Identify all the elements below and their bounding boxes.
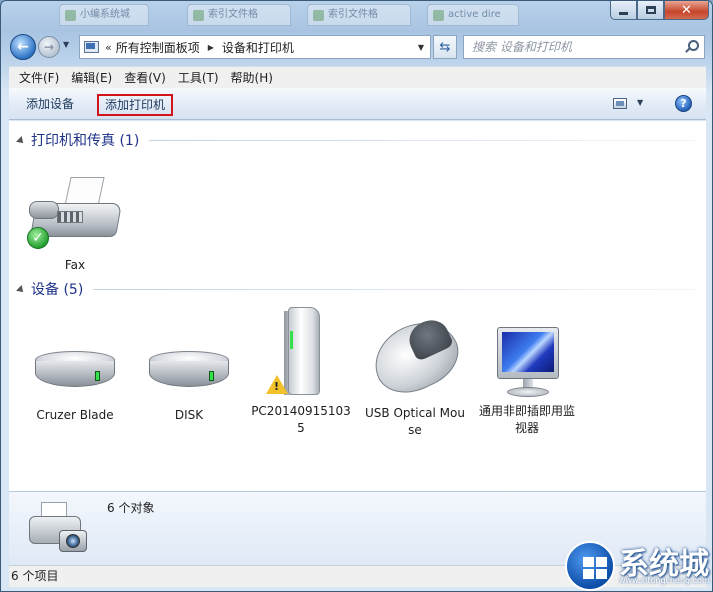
breadcrumb-separator-icon[interactable]: ▶ [208,43,214,52]
menu-help[interactable]: 帮助(H) [225,68,279,88]
tab-favicon-icon [193,10,204,21]
close-button[interactable]: ✕ [664,1,709,20]
status-item-count: 6 个项目 [11,569,59,583]
background-tab-4[interactable]: active dire [427,4,519,26]
collapse-arrow-icon[interactable] [16,136,26,146]
change-view-icon[interactable] [613,98,627,109]
back-arrow-icon: ← [17,39,29,55]
refresh-icon: ⇆ [439,39,451,55]
device-label: DISK [174,408,204,422]
back-button[interactable]: ← [10,34,36,60]
device-item-disk[interactable]: DISK [137,347,241,424]
device-label: USB Optical Mouse [365,406,465,437]
device-label: PC201409151035 [251,404,351,435]
control-panel-icon [83,40,99,54]
default-checkmark-icon: ✓ [27,227,49,249]
add-device-button[interactable]: 添加设备 [19,94,81,116]
menu-view[interactable]: 查看(V) [118,68,172,88]
device-label: Fax [64,258,86,272]
device-item-monitor[interactable]: 通用非即插即用监视器 [475,325,579,437]
explorer-window: 小编系统城 索引文件格 索引文件格 active dire ✕ ← → ▼ « … [0,0,713,592]
collapse-arrow-icon[interactable] [16,285,26,295]
maximize-icon [645,6,656,14]
device-label: Cruzer Blade [36,408,114,422]
title-bar: 小编系统城 索引文件格 索引文件格 active dire ✕ [1,1,712,29]
menu-bar: 文件(F) 编辑(E) 查看(V) 工具(T) 帮助(H) [9,66,706,88]
menu-tools[interactable]: 工具(T) [172,68,225,88]
group-divider [149,139,697,141]
drive-icon [31,347,119,395]
menu-file[interactable]: 文件(F) [13,68,65,88]
address-dropdown-icon[interactable]: ▼ [418,43,424,52]
close-icon: ✕ [681,2,692,18]
device-item-cruzer-blade[interactable]: Cruzer Blade [23,347,127,424]
recent-pages-dropdown[interactable]: ▼ [63,40,69,49]
group-divider [93,288,697,290]
group-title: 设备 (5) [31,282,84,298]
address-bar[interactable]: « 所有控制面板项 ▶ 设备和打印机 ▼ [79,35,431,59]
devices-content-pane: 打印机和传真 (1) ✓ Fax 设备 (5) Cruzer Blade DIS… [9,121,706,491]
add-printer-button[interactable]: 添加打印机 [97,94,174,116]
device-item-fax[interactable]: ✓ Fax [23,177,127,274]
external-disk-icon: ! [266,307,336,399]
device-label: 通用非即插即用监视器 [478,404,575,435]
minimize-icon [619,11,628,15]
search-box [463,35,705,59]
fax-printer-icon: ✓ [27,177,123,257]
background-tab-1[interactable]: 小编系统城 [59,4,149,26]
site-watermark: 系统城 www.xitongcheng.com [561,539,712,591]
device-item-pc-disk[interactable]: ! PC201409151035 [249,307,353,437]
breadcrumb-control-panel[interactable]: 所有控制面板项 [116,39,200,56]
monitor-icon [489,325,565,401]
devices-printers-icon [25,498,91,560]
tab-favicon-icon [433,10,444,21]
maximize-button[interactable] [637,1,664,20]
background-tab-2[interactable]: 索引文件格 [187,4,291,26]
group-header-devices[interactable]: 设备 (5) [16,279,697,299]
address-overflow-chevron[interactable]: « [105,41,112,54]
help-icon[interactable]: ? [675,95,692,112]
menu-edit[interactable]: 编辑(E) [65,68,118,88]
forward-button[interactable]: → [38,36,60,58]
device-item-usb-mouse[interactable]: USB Optical Mouse [363,309,469,439]
background-tab-3[interactable]: 索引文件格 [307,4,411,26]
object-count: 6 个对象 [107,501,155,515]
command-bar: 添加设备 添加打印机 ▼ ? [9,88,706,120]
window-controls: ✕ [610,1,709,20]
windows-logo-icon [565,541,615,591]
minimize-button[interactable] [610,1,637,20]
view-options-dropdown[interactable]: ▼ [637,98,643,107]
mouse-icon [363,309,469,405]
tab-favicon-icon [65,10,76,21]
forward-arrow-icon: → [43,40,55,54]
tab-favicon-icon [313,10,324,21]
refresh-button[interactable]: ⇆ [433,35,457,59]
search-icon[interactable] [685,40,699,52]
drive-icon [145,347,233,395]
group-title: 打印机和传真 (1) [31,133,140,149]
breadcrumb-devices-printers[interactable]: 设备和打印机 [222,39,294,56]
watermark-url: www.xitongcheng.com [619,576,710,585]
search-input[interactable] [464,40,674,54]
navigation-bar: ← → ▼ « 所有控制面板项 ▶ 设备和打印机 ▼ ⇆ [1,31,712,63]
group-header-printers[interactable]: 打印机和传真 (1) [16,130,697,150]
